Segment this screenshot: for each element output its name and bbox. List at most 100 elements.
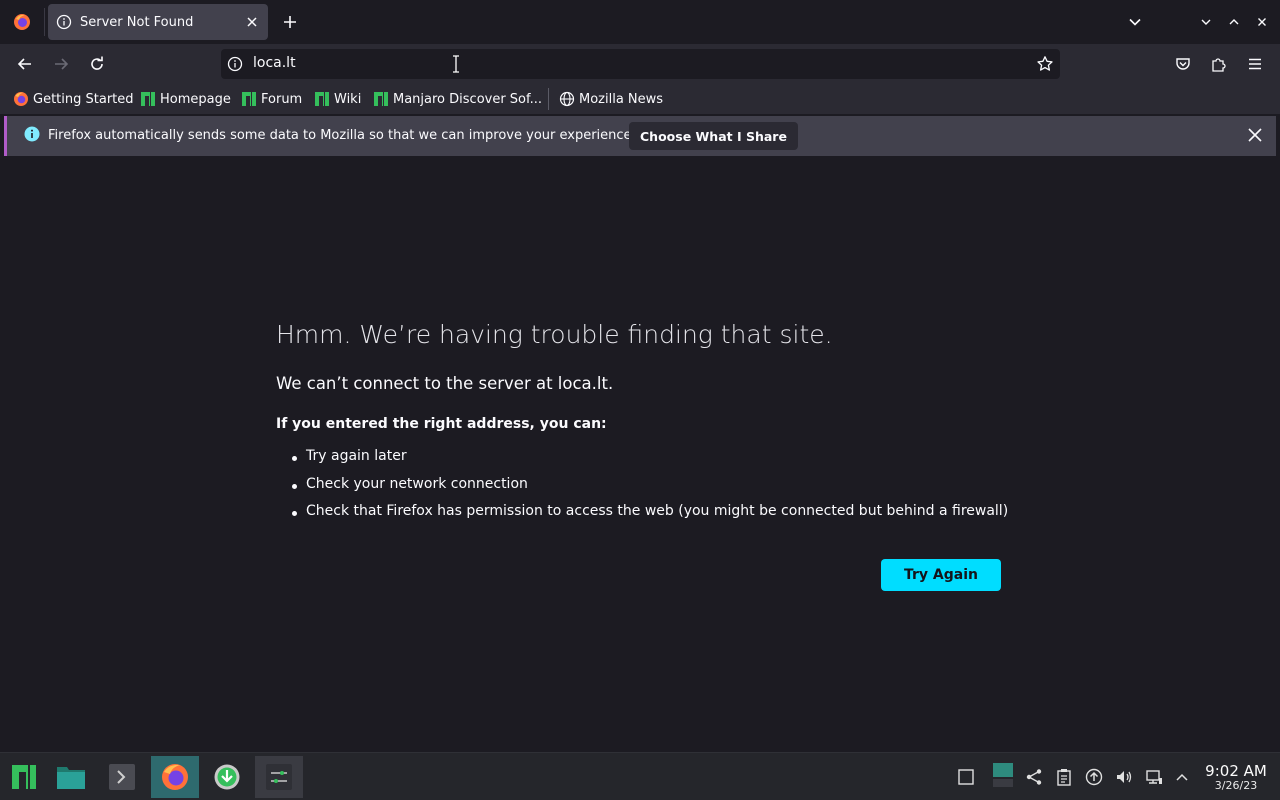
kde-connect-tray[interactable] (1024, 767, 1044, 787)
puzzle-icon (1212, 58, 1226, 72)
chevron-up-icon (1176, 773, 1188, 781)
tab-strip: Server Not Found (0, 0, 1280, 44)
arrow-right-icon (55, 58, 69, 70)
list-item: Check that Firefox has permission to acc… (290, 503, 1008, 531)
url-bar[interactable]: loca.lt (221, 49, 1060, 79)
plus-icon (284, 16, 296, 28)
firefox-icon (14, 14, 30, 30)
network-wired-icon (1146, 770, 1162, 784)
bookmark-forum[interactable]: Forum (241, 88, 302, 110)
try-again-button[interactable]: Try Again (881, 559, 1001, 591)
application-launcher[interactable] (0, 756, 48, 798)
taskbar: 9:02 AM 3/26/23 (0, 752, 1280, 800)
error-suggestions-heading: If you entered the right address, you ca… (276, 416, 607, 432)
list-item: Try again later (290, 448, 1008, 476)
software-update-launcher[interactable] (203, 756, 251, 798)
navigation-toolbar: loca.lt (0, 44, 1280, 84)
hamburger-icon (1249, 58, 1261, 70)
file-manager-launcher[interactable] (47, 756, 95, 798)
close-tab-button[interactable] (244, 14, 260, 30)
manjaro-icon (12, 765, 36, 789)
bookmark-label: Wiki (334, 91, 362, 107)
list-item: Check your network connection (290, 476, 1008, 504)
firefox-icon (162, 764, 188, 790)
clock-time: 9:02 AM (1205, 762, 1267, 780)
network-tray[interactable] (1144, 767, 1164, 787)
reload-icon (91, 56, 103, 70)
terminal-icon (109, 764, 135, 790)
pager-button[interactable] (991, 762, 1015, 788)
virtual-desktop-icon (993, 763, 1013, 787)
system-settings-task[interactable] (255, 756, 303, 798)
bookmark-mozilla-news[interactable]: Mozilla News (559, 88, 663, 110)
bookmark-wiki[interactable]: Wiki (314, 88, 361, 110)
choose-what-i-share-button[interactable]: Choose What I Share (629, 122, 798, 150)
minimize-button[interactable] (1194, 10, 1218, 34)
bookmark-label: Manjaro Discover Sof... (393, 91, 543, 107)
tab-title: Server Not Found (80, 14, 194, 30)
bookmark-label: Getting Started (33, 91, 134, 107)
bookmark-label: Homepage (160, 91, 231, 107)
list-all-tabs-button[interactable] (1123, 10, 1147, 34)
chevron-up-icon (1229, 19, 1239, 25)
chevron-down-icon (1129, 18, 1141, 26)
firefox-view-button[interactable] (0, 0, 44, 44)
window-icon (958, 769, 974, 785)
forward-button[interactable] (47, 50, 75, 78)
extensions-button[interactable] (1205, 50, 1233, 78)
sliders-icon (266, 764, 292, 790)
pocket-icon (1176, 58, 1190, 70)
clipboard-tray[interactable] (1054, 767, 1074, 787)
new-tab-button[interactable] (278, 10, 302, 34)
terminal-launcher[interactable] (98, 756, 146, 798)
speaker-icon (1117, 771, 1132, 783)
bookmarks-separator (548, 88, 549, 110)
volume-tray[interactable] (1114, 767, 1134, 787)
show-desktop-button[interactable] (956, 767, 976, 787)
chevron-down-icon (1201, 19, 1211, 25)
manjaro-icon (315, 92, 329, 106)
error-title: Hmm. We’re having trouble finding that s… (276, 320, 833, 349)
page-content: Hmm. We’re having trouble finding that s… (0, 160, 1280, 752)
show-hidden-icons-button[interactable] (1172, 767, 1192, 787)
download-icon (214, 764, 240, 790)
folder-icon (57, 767, 85, 789)
notification-message: Firefox automatically sends some data to… (48, 128, 636, 143)
reload-button[interactable] (83, 50, 111, 78)
bookmarks-toolbar: Getting Started Homepage Forum Wiki Manj… (0, 84, 1280, 114)
tab-server-not-found[interactable]: Server Not Found (48, 4, 268, 40)
bookmark-label: Mozilla News (579, 91, 664, 107)
manjaro-icon (141, 92, 155, 106)
bookmark-label: Forum (261, 91, 303, 107)
info-icon[interactable] (227, 56, 243, 72)
info-icon (56, 14, 72, 30)
clipboard-icon (1057, 769, 1071, 786)
url-input[interactable]: loca.lt (253, 55, 296, 71)
bookmark-homepage[interactable]: Homepage (140, 88, 231, 110)
manjaro-icon (242, 92, 256, 106)
manjaro-icon (374, 92, 388, 106)
close-window-button[interactable] (1250, 10, 1274, 34)
back-button[interactable] (11, 50, 39, 78)
digital-clock[interactable]: 9:02 AM 3/26/23 (1200, 763, 1272, 792)
globe-icon (559, 91, 575, 107)
arrow-left-icon (17, 58, 31, 70)
pocket-button[interactable] (1169, 50, 1197, 78)
error-suggestions-list: Try again later Check your network conne… (290, 448, 1008, 531)
firefox-icon (14, 92, 28, 106)
firefox-task[interactable] (151, 756, 199, 798)
menu-button[interactable] (1241, 50, 1269, 78)
close-icon[interactable] (1246, 126, 1264, 144)
upload-icon (1085, 768, 1103, 786)
star-icon[interactable] (1036, 55, 1054, 73)
close-icon (1258, 18, 1266, 26)
updates-tray[interactable] (1084, 767, 1104, 787)
maximize-button[interactable] (1222, 10, 1246, 34)
tabstrip-divider (44, 8, 45, 36)
info-icon (24, 126, 40, 142)
clock-date: 3/26/23 (1214, 779, 1258, 792)
close-icon (247, 17, 257, 27)
error-subtitle: We can’t connect to the server at loca.l… (276, 374, 614, 393)
bookmark-manjaro-discover[interactable]: Manjaro Discover Sof... (373, 88, 542, 110)
bookmark-getting-started[interactable]: Getting Started (13, 88, 134, 110)
